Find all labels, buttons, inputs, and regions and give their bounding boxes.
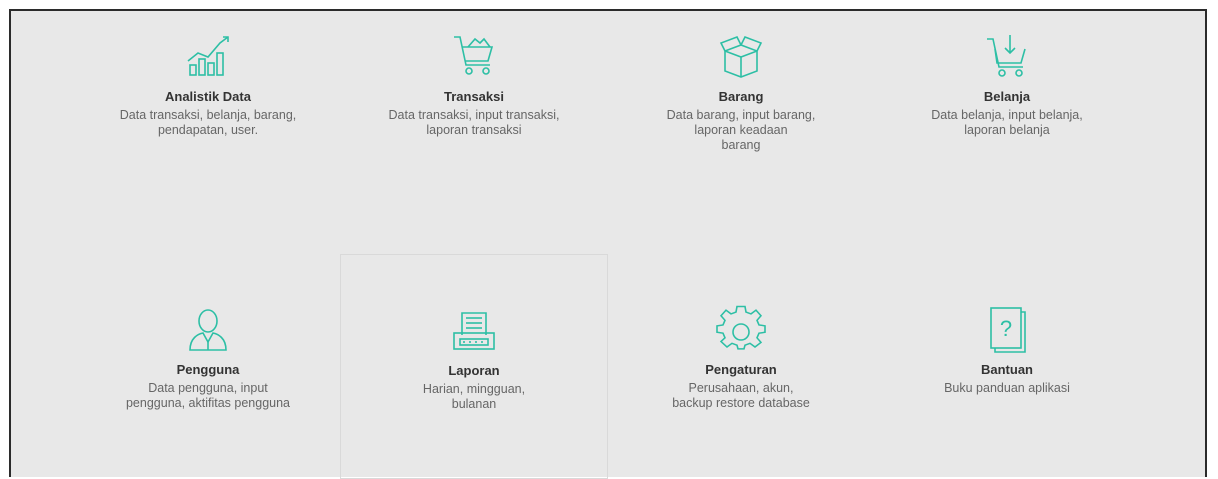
tile-description: Data transaksi, belanja, barang, pendapa…: [119, 108, 297, 137]
tile-title: Barang: [718, 89, 764, 104]
tile-title: Bantuan: [981, 362, 1033, 377]
tile-title: Pengguna: [176, 362, 240, 377]
printer-report-icon: [448, 305, 500, 357]
tile-description: Data belanja, input belanja, laporan bel…: [931, 108, 1083, 137]
tile-title: Analistik Data: [165, 89, 251, 104]
tile-laporan[interactable]: Laporan Harian, mingguan, bulanan: [340, 254, 608, 479]
tile-title: Belanja: [983, 89, 1031, 104]
tile-pengaturan[interactable]: Pengaturan Perusahaan, akun, backup rest…: [607, 254, 875, 469]
tile-title: Pengaturan: [705, 362, 777, 377]
shopping-cart-icon: [448, 31, 500, 83]
svg-text:?: ?: [1000, 316, 1012, 341]
tile-description: Buku panduan aplikasi: [944, 381, 1070, 395]
tile-belanja[interactable]: Belanja Data belanja, input belanja, lap…: [873, 31, 1141, 246]
help-book-icon: ?: [981, 304, 1033, 356]
tile-description: Data pengguna, input pengguna, aktifitas…: [125, 381, 291, 410]
menu-panel: Analistik Data Data transaksi, belanja, …: [9, 9, 1207, 479]
analytics-chart-icon: [182, 31, 234, 83]
tile-description: Harian, mingguan, bulanan: [422, 382, 526, 411]
tile-pengguna[interactable]: Pengguna Data pengguna, input pengguna, …: [74, 254, 342, 469]
tile-description: Perusahaan, akun, backup restore databas…: [672, 381, 810, 410]
box-icon: [715, 31, 767, 83]
tile-analistik-data[interactable]: Analistik Data Data transaksi, belanja, …: [74, 31, 342, 246]
tile-description: Data barang, input barang, laporan keada…: [666, 108, 816, 152]
tile-bantuan[interactable]: ? Bantuan Buku panduan aplikasi: [873, 254, 1141, 469]
gear-icon: [715, 304, 767, 356]
tile-barang[interactable]: Barang Data barang, input barang, lapora…: [607, 31, 875, 246]
tile-transaksi[interactable]: Transaksi Data transaksi, input transaks…: [340, 31, 608, 246]
tile-description: Data transaksi, input transaksi, laporan…: [388, 108, 560, 137]
user-icon: [182, 304, 234, 356]
cart-download-icon: [981, 31, 1033, 83]
tile-title: Transaksi: [444, 89, 504, 104]
tile-title: Laporan: [448, 363, 500, 378]
